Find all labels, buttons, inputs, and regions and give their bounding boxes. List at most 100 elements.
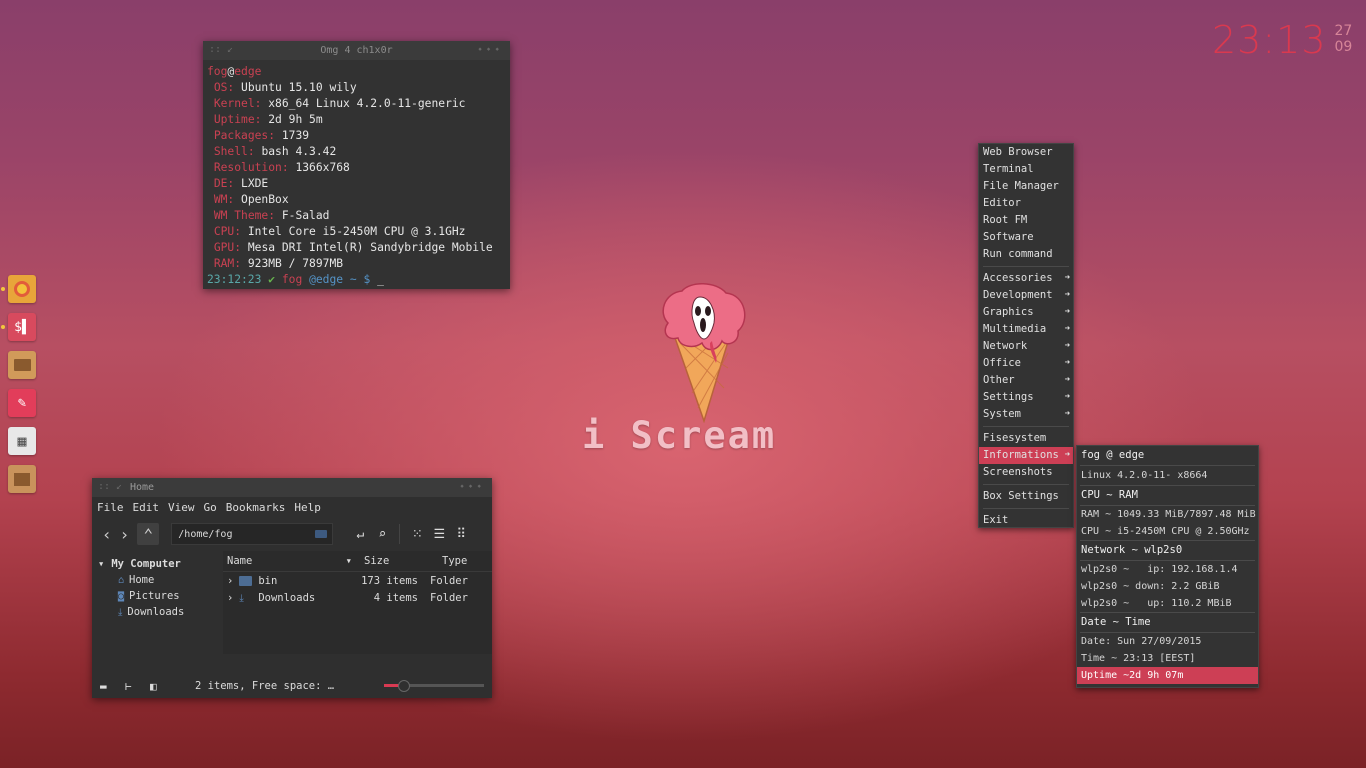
menu-item-label: Settings [983, 391, 1034, 403]
go-icon[interactable]: ↵ [349, 523, 371, 545]
fm-statusbar: ▬ ⊢ ◧ 2 items, Free space: … [92, 674, 492, 698]
menu-item-run-command[interactable]: Run command [979, 246, 1073, 263]
menu-item-root-fm[interactable]: Root FM [979, 212, 1073, 229]
info-label: Packages: [213, 129, 276, 142]
sidebar-item-home[interactable]: ⌂ Home [98, 574, 223, 586]
submenu-date[interactable]: Date: Sun 27/09/2015 [1077, 633, 1258, 650]
terminal-window[interactable]: :: ↙ Omg 4 ch1x0r ⬩⬩⬩ fog@edge OS: Ubunt… [203, 41, 510, 289]
submenu-down[interactable]: wlp2s0 ~ down: 2.2 GBiB [1077, 578, 1258, 595]
submenu-kernel[interactable]: Linux 4.2.0-11- x8664 [1077, 466, 1258, 485]
menu-item-system[interactable]: System ➜ [979, 406, 1073, 423]
terminal-output[interactable]: fog @edge OS: Ubuntu 15.10 wily Kernel: x… [203, 60, 510, 292]
menu-item-exit[interactable]: Exit [979, 512, 1073, 529]
table-row[interactable]: › ⤓ Downloads 4 items Folder [223, 589, 492, 606]
window-controls[interactable]: ⬩⬩⬩ [478, 44, 504, 55]
clear-location-icon[interactable] [315, 530, 328, 538]
menu-item-web-browser[interactable]: Web Browser [979, 144, 1073, 161]
file-list[interactable]: Name ▾ Size Type › bin 173 items Folder › ⤓… [223, 551, 492, 654]
compact-view-icon[interactable]: ⠿ [450, 523, 472, 545]
menu-view[interactable]: View [168, 501, 195, 514]
sidebar-item-pictures[interactable]: ◙ Pictures [98, 590, 223, 602]
up-icon[interactable]: ⌃ [137, 523, 160, 545]
info-value: LXDE [241, 177, 269, 190]
menu-item-label: Fisesystem [983, 432, 1047, 444]
expand-icon[interactable]: › [227, 575, 233, 587]
submenu-time[interactable]: Time ~ 23:13 [EEST] [1077, 650, 1258, 667]
expand-icon[interactable]: › [227, 592, 233, 604]
sidebar-header[interactable]: ▾ My Computer [98, 558, 223, 570]
menu-separator [983, 484, 1069, 485]
submenu-ip[interactable]: wlp2s0 ~ ip: 192.168.1.4 [1077, 561, 1258, 578]
col-type[interactable]: Type [432, 555, 492, 567]
tree-icon[interactable]: ⊢ [125, 680, 143, 693]
menu-item-software[interactable]: Software [979, 229, 1073, 246]
active-indicator [1, 325, 5, 329]
calculator-icon[interactable]: ▦ [8, 427, 36, 455]
menu-item-settings[interactable]: Settings ➜ [979, 389, 1073, 406]
menu-item-box-settings[interactable]: Box Settings [979, 488, 1073, 505]
prompt-cursor[interactable]: _ [377, 273, 384, 286]
menu-item-fisesystem[interactable]: Fisesystem [979, 430, 1073, 447]
editor-icon[interactable]: ✎ [8, 389, 36, 417]
collapse-icon[interactable]: ▾ [98, 558, 104, 570]
files-icon[interactable] [8, 351, 36, 379]
menu-item-multimedia[interactable]: Multimedia ➜ [979, 321, 1073, 338]
table-row[interactable]: › bin 173 items Folder [223, 572, 492, 589]
fm-title: Home [130, 482, 155, 493]
menu-item-editor[interactable]: Editor [979, 195, 1073, 212]
location-field[interactable]: /home/fog [171, 523, 334, 545]
menu-item-label: Screenshots [983, 466, 1053, 478]
zoom-handle[interactable] [398, 680, 410, 692]
menu-item-network[interactable]: Network ➜ [979, 338, 1073, 355]
menu-item-other[interactable]: Other ➜ [979, 372, 1073, 389]
list-view-icon[interactable]: ☰ [428, 523, 450, 545]
window-menu-icon[interactable]: :: ↙ [209, 44, 233, 55]
submenu-header-network: Network ~ wlp2s0 [1081, 544, 1183, 556]
submenu-header-cpu-ram: CPU ~ RAM [1081, 489, 1138, 501]
clock-time: 23:13 [1212, 18, 1327, 62]
submenu-up[interactable]: wlp2s0 ~ up: 110.2 MBiB [1077, 595, 1258, 612]
prompt-user: fog [281, 273, 303, 286]
archive-icon[interactable] [8, 465, 36, 493]
submenu-cpu[interactable]: CPU ~ i5-2450M CPU @ 2.50GHz [1077, 523, 1258, 540]
menu-item-graphics[interactable]: Graphics ➜ [979, 304, 1073, 321]
menu-item-terminal[interactable]: Terminal [979, 161, 1073, 178]
chrome-icon[interactable] [1, 275, 36, 303]
back-icon[interactable]: ‹ [102, 525, 112, 544]
forward-icon[interactable]: › [120, 525, 130, 544]
zoom-slider[interactable] [384, 680, 484, 692]
terminal-titlebar[interactable]: :: ↙ Omg 4 ch1x0r ⬩⬩⬩ [203, 41, 510, 60]
menu-help[interactable]: Help [294, 501, 321, 514]
ice-cream-art [662, 283, 746, 423]
prompt-host: @edge [309, 273, 344, 286]
menu-item-accessories[interactable]: Accessories ➜ [979, 270, 1073, 287]
fm-titlebar[interactable]: :: ↙ Home ⬩⬩⬩ [92, 478, 492, 497]
menu-file[interactable]: File [97, 501, 124, 514]
menu-item-office[interactable]: Office ➜ [979, 355, 1073, 372]
window-controls[interactable]: ⬩⬩⬩ [460, 481, 486, 492]
file-manager-window[interactable]: :: ↙ Home ⬩⬩⬩ File Edit View Go Bookmark… [92, 478, 492, 698]
col-name[interactable]: Name ▾ [223, 555, 360, 567]
info-value: Mesa DRI Intel(R) Sandybridge Mobile [247, 241, 493, 254]
window-menu-icon[interactable]: :: ↙ [98, 481, 122, 492]
submenu-ram[interactable]: RAM ~ 1049.33 MiB/7897.48 MiB [1077, 506, 1258, 523]
toggle-sidebar-icon[interactable]: ◧ [150, 680, 168, 693]
menu-item-label: Terminal [983, 163, 1034, 175]
menu-item-label: Software [983, 231, 1034, 243]
active-indicator [1, 287, 5, 291]
menu-bookmarks[interactable]: Bookmarks [226, 501, 286, 514]
places-icon[interactable]: ▬ [100, 680, 118, 693]
col-size[interactable]: Size [360, 555, 432, 567]
submenu-uptime[interactable]: Uptime ~2d 9h 07m [1077, 667, 1258, 684]
menu-item-development[interactable]: Development ➜ [979, 287, 1073, 304]
search-icon[interactable]: ⌕ [371, 523, 393, 545]
sidebar-item-downloads[interactable]: ⤓ Downloads [98, 606, 223, 618]
menu-item-file-manager[interactable]: File Manager [979, 178, 1073, 195]
icon-view-icon[interactable]: ⁙ [406, 523, 428, 545]
menu-item-label: Web Browser [983, 146, 1053, 158]
menu-item-informations[interactable]: Informations ➜ [979, 447, 1073, 464]
menu-go[interactable]: Go [204, 501, 217, 514]
menu-item-screenshots[interactable]: Screenshots [979, 464, 1073, 481]
menu-edit[interactable]: Edit [133, 501, 160, 514]
terminal-icon[interactable]: $▌ [1, 313, 36, 341]
